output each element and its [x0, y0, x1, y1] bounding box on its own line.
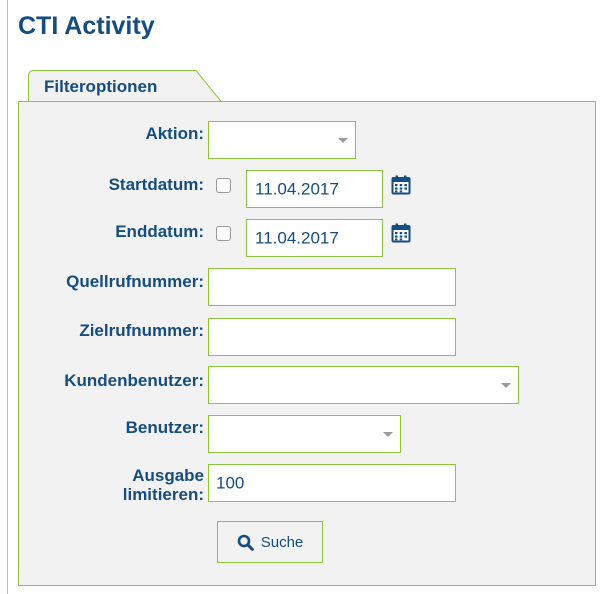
startdatum-value: 11.04.2017 — [255, 179, 339, 199]
ausgabe-limitieren-label: Ausgabe limitieren: — [123, 466, 204, 504]
benutzer-label: Benutzer: — [125, 418, 204, 437]
chevron-down-icon — [338, 138, 348, 143]
ausgabe-limitieren-input[interactable]: 100 — [208, 464, 456, 502]
search-button[interactable]: Suche — [217, 521, 323, 563]
chevron-down-icon — [383, 432, 393, 437]
enddatum-input[interactable]: 11.04.2017 — [246, 219, 383, 257]
quellrufnummer-label: Quellrufnummer: — [66, 272, 204, 291]
startdatum-input[interactable]: 11.04.2017 — [246, 170, 383, 208]
enddatum-checkbox[interactable] — [216, 226, 231, 241]
calendar-icon[interactable] — [391, 175, 411, 195]
startdatum-checkbox[interactable] — [216, 178, 231, 193]
enddatum-label: Enddatum: — [115, 222, 204, 241]
calendar-icon[interactable] — [391, 223, 411, 243]
zielrufnummer-input[interactable] — [208, 318, 456, 356]
kundenbenutzer-select[interactable] — [208, 366, 519, 404]
kundenbenutzer-label: Kundenbenutzer: — [64, 371, 204, 390]
chevron-down-icon — [501, 383, 511, 388]
quellrufnummer-input[interactable] — [208, 268, 456, 306]
ausgabe-label-line2: limitieren: — [122, 485, 204, 504]
ausgabe-limitieren-value: 100 — [216, 473, 245, 493]
aktion-select[interactable] — [208, 121, 356, 159]
search-icon — [237, 534, 254, 551]
ausgabe-label-line1: Ausgabe — [132, 466, 204, 485]
aktion-label: Aktion: — [145, 124, 204, 143]
search-button-label: Suche — [260, 533, 304, 551]
benutzer-select[interactable] — [208, 415, 401, 453]
startdatum-label: Startdatum: — [108, 175, 204, 194]
page-title: CTI Activity — [18, 12, 155, 40]
tab-filteroptionen[interactable]: Filteroptionen — [28, 70, 222, 102]
left-border — [7, 0, 8, 594]
tab-label: Filteroptionen — [44, 77, 158, 96]
enddatum-value: 11.04.2017 — [255, 228, 339, 248]
zielrufnummer-label: Zielrufnummer: — [79, 321, 204, 340]
